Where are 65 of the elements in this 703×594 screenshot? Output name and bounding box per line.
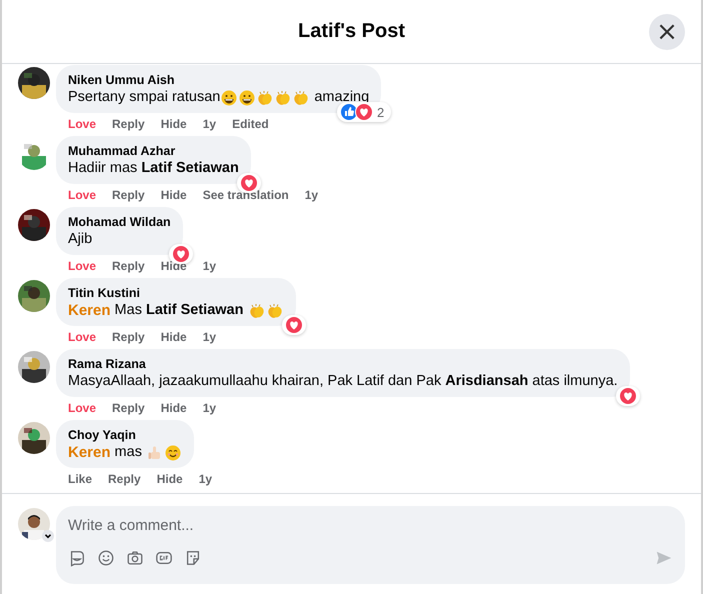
action-link[interactable]: Reply	[112, 116, 145, 132]
commenter-name[interactable]: Mohamad Wildan	[68, 214, 171, 230]
reaction-count: 2	[376, 104, 384, 120]
clapping-hands-icon	[293, 90, 310, 106]
clapping-hands-icon	[275, 90, 292, 106]
highlighted-word: Keren	[68, 301, 111, 320]
mention-link[interactable]: Latif Setiawan	[141, 159, 239, 178]
close-button[interactable]: ×	[649, 14, 685, 50]
commenter-name[interactable]: Rama Rizana	[68, 356, 618, 372]
mention-link[interactable]: Latif Setiawan	[146, 301, 248, 320]
action-link[interactable]: Hide	[160, 329, 187, 345]
action-link[interactable]: Hide	[160, 187, 187, 203]
reaction-link[interactable]: Love	[68, 258, 96, 274]
action-link[interactable]: 1y	[202, 258, 216, 274]
action-link[interactable]: 1y	[202, 329, 216, 345]
action-link[interactable]: Reply	[112, 258, 145, 274]
comment-text: Mas	[114, 301, 143, 320]
reaction-link[interactable]: Love	[68, 187, 96, 203]
action-link[interactable]: Edited	[232, 116, 269, 132]
comment-text: mas	[114, 443, 143, 462]
mention-link[interactable]: Arisdiansah	[445, 372, 528, 391]
comment-text: Psertany smpai ratusan	[68, 88, 220, 107]
smile-emoji-icon	[164, 444, 181, 460]
action-link[interactable]: Hide	[160, 258, 187, 274]
comment-text: MasyaAllaah, jazaakumullaahu khairan, Pak Latif dan Pak	[68, 372, 442, 391]
chevron-down-icon[interactable]	[42, 530, 54, 542]
reaction-link[interactable]: Love	[68, 329, 96, 345]
action-link[interactable]: Reply	[112, 400, 145, 416]
highlighted-word: Keren	[68, 443, 111, 462]
reaction-link[interactable]: Love	[68, 400, 96, 416]
reaction-badge[interactable]: 2	[336, 102, 392, 122]
commenter-name[interactable]: Muhammad Azhar	[68, 143, 239, 159]
action-link[interactable]: Hide	[160, 400, 187, 416]
action-link[interactable]: 1y	[202, 116, 216, 132]
action-link[interactable]: 1y	[198, 471, 212, 487]
comment-box[interactable]: Write a comment...	[56, 506, 685, 584]
action-link[interactable]: Hide	[160, 116, 187, 132]
reaction-link[interactable]: Love	[68, 116, 96, 132]
clapping-hands-icon	[257, 90, 274, 106]
comment-field[interactable]: Write a comment...	[68, 514, 673, 536]
action-link[interactable]: 1y	[202, 400, 216, 416]
grin-emoji-icon	[239, 90, 256, 106]
clapping-hands-icon	[248, 302, 265, 318]
commenter-name[interactable]: Titin Kustini	[68, 285, 284, 301]
action-link[interactable]: Reply	[112, 329, 145, 345]
comment-text: Hadiir mas	[68, 159, 138, 178]
action-link[interactable]: Reply	[112, 187, 145, 203]
clapping-hands-icon	[266, 302, 283, 318]
commenter-name[interactable]: Niken Ummu Aish	[68, 72, 370, 88]
comment-text: atas ilmunya.	[531, 372, 618, 391]
dialog-title: Latif's Post	[298, 20, 405, 43]
commenter-name[interactable]: Choy Yaqin	[68, 427, 182, 443]
grin-emoji-icon	[221, 90, 238, 106]
action-link[interactable]: Reply	[108, 471, 141, 487]
comment-text: Ajib	[68, 230, 92, 249]
sticker-icon[interactable]	[184, 549, 202, 567]
action-link[interactable]: Hide	[156, 471, 183, 487]
camera-icon[interactable]	[126, 549, 144, 567]
reaction-link[interactable]: Like	[68, 471, 92, 487]
avatar-sticker-icon[interactable]	[68, 549, 86, 567]
action-link[interactable]: See translation	[202, 187, 289, 203]
emoji-icon[interactable]	[97, 549, 115, 567]
action-link[interactable]: 1y	[304, 187, 318, 203]
thumbs-up-icon	[146, 444, 163, 460]
gif-icon[interactable]	[155, 549, 173, 567]
